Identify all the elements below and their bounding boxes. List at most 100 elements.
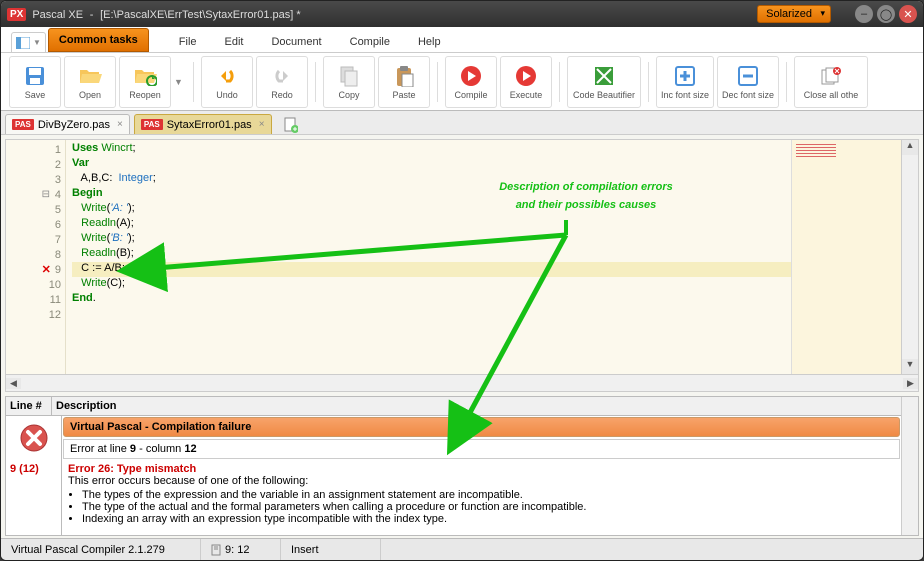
code-content[interactable]: Uses Wincrt; Var A,B,C: Integer; Begin W… — [66, 140, 791, 374]
undo-icon — [215, 64, 239, 88]
col-desc-header: Description — [52, 397, 901, 415]
beautifier-label: Code Beautifier — [573, 90, 635, 100]
error-cause-item: The type of the actual and the formal pa… — [82, 501, 895, 513]
tab-common-tasks[interactable]: Common tasks — [48, 28, 149, 52]
window-title: Pascal XE - [E:\PascalXE\ErrTest\SytaxEr… — [32, 7, 757, 21]
error-cause-item: The types of the expression and the vari… — [82, 489, 895, 501]
paste-label: Paste — [392, 90, 415, 100]
tab-label: SytaxError01.pas — [167, 119, 252, 131]
separator — [786, 62, 787, 102]
close-others-button[interactable]: Close all othe — [794, 56, 868, 108]
error-badge-icon — [20, 424, 48, 452]
close-tab-icon[interactable]: × — [259, 119, 265, 130]
inc-font-button[interactable]: Inc font size — [656, 56, 714, 108]
error-cause-item: Indexing an array with an expression typ… — [82, 513, 895, 525]
minus-icon — [736, 64, 760, 88]
view-dropdown[interactable]: ▼ — [11, 32, 46, 52]
minimap[interactable] — [791, 140, 901, 374]
menubar: ▼ Common tasks File Edit Document Compil… — [1, 27, 923, 53]
folder-reopen-icon — [133, 64, 157, 88]
compile-label: Compile — [454, 90, 487, 100]
maximize-button[interactable]: ◯ — [877, 5, 895, 23]
save-icon — [23, 64, 47, 88]
menu-document[interactable]: Document — [257, 32, 335, 52]
execute-icon — [514, 64, 538, 88]
error-scrollbar[interactable] — [901, 397, 918, 535]
menu-edit[interactable]: Edit — [211, 32, 258, 52]
undo-label: Undo — [216, 90, 238, 100]
pas-badge-icon: PAS — [12, 119, 34, 130]
minimize-button[interactable]: – — [855, 5, 873, 23]
error-location-row[interactable]: Error at line 9 - column 12 — [63, 439, 900, 459]
document-path: [E:\PascalXE\ErrTest\SytaxError01.pas] * — [100, 9, 301, 21]
code-editor[interactable]: 1 2 3 ⊟4 5 6 7 8 ✕9 10 11 12 Uses Wincrt… — [5, 139, 919, 392]
separator — [193, 62, 194, 102]
error-detail-row[interactable]: Error 26: Type mismatch This error occur… — [62, 460, 901, 528]
error-table-header: Line # Description — [6, 397, 901, 416]
error-line-column: 9 (12) — [6, 416, 62, 535]
folder-open-icon — [78, 64, 102, 88]
chevron-down-icon: ▼ — [33, 38, 41, 47]
separator — [315, 62, 316, 102]
fold-icon[interactable]: ⊟ — [41, 189, 51, 200]
save-button[interactable]: Save — [9, 56, 61, 108]
scroll-down-icon[interactable]: ▼ — [902, 359, 918, 374]
reopen-label: Reopen — [129, 90, 161, 100]
status-insert-mode: Insert — [281, 539, 381, 560]
separator — [648, 62, 649, 102]
paste-button[interactable]: Paste — [378, 56, 430, 108]
menu-help[interactable]: Help — [404, 32, 455, 52]
redo-button[interactable]: Redo — [256, 56, 308, 108]
vertical-scrollbar[interactable]: ▲▼ — [901, 140, 918, 374]
close-tab-icon[interactable]: × — [117, 119, 123, 130]
horizontal-scrollbar[interactable]: ◀▶ — [6, 374, 918, 391]
reopen-button[interactable]: Reopen — [119, 56, 171, 108]
tab-syntaxerror[interactable]: PASSytaxError01.pas× — [134, 114, 272, 134]
close-button[interactable]: ✕ — [899, 5, 917, 23]
menu-compile[interactable]: Compile — [336, 32, 404, 52]
ribbon-toolbar: Save Open Reopen ▼ Undo Redo Copy Paste … — [1, 53, 923, 111]
app-logo-icon: PX — [7, 8, 26, 21]
tab-divbyzero[interactable]: PASDivByZero.pas× — [5, 114, 130, 134]
open-button[interactable]: Open — [64, 56, 116, 108]
editor-tabs: PASDivByZero.pas× PAS SytaxError01.pas × — [1, 111, 923, 135]
app-name: Pascal XE — [32, 9, 83, 21]
undo-button[interactable]: Undo — [201, 56, 253, 108]
error-line-ref[interactable]: 9 (12) — [6, 460, 61, 478]
compile-icon — [459, 64, 483, 88]
beautifier-button[interactable]: Code Beautifier — [567, 56, 641, 108]
close-others-icon — [819, 64, 843, 88]
closeall-label: Close all othe — [804, 90, 859, 100]
copy-button[interactable]: Copy — [323, 56, 375, 108]
copy-icon — [337, 64, 361, 88]
decfont-label: Dec font size — [722, 90, 774, 100]
separator — [559, 62, 560, 102]
titlebar: PX Pascal XE - [E:\PascalXE\ErrTest\Syta… — [1, 1, 923, 27]
paste-icon — [392, 64, 416, 88]
copy-label: Copy — [338, 90, 359, 100]
execute-label: Execute — [510, 90, 543, 100]
compilation-failure-row[interactable]: Virtual Pascal - Compilation failure — [63, 417, 900, 437]
open-label: Open — [79, 90, 101, 100]
execute-button[interactable]: Execute — [500, 56, 552, 108]
menu-file[interactable]: File — [165, 32, 211, 52]
error-title: Error 26: Type mismatch — [68, 463, 895, 475]
dec-font-button[interactable]: Dec font size — [717, 56, 779, 108]
scroll-left-icon[interactable]: ◀ — [6, 378, 21, 389]
plus-icon — [673, 64, 697, 88]
redo-icon — [270, 64, 294, 88]
theme-selector[interactable]: Solarized — [757, 5, 831, 23]
cursor-pos-icon — [211, 544, 221, 556]
new-document-button[interactable] — [282, 116, 300, 134]
scroll-right-icon[interactable]: ▶ — [903, 378, 918, 389]
error-line-mark-icon: ✕ — [42, 263, 51, 276]
line-gutter: 1 2 3 ⊟4 5 6 7 8 ✕9 10 11 12 — [6, 140, 66, 374]
reopen-dropdown[interactable]: ▼ — [174, 77, 186, 87]
compile-button[interactable]: Compile — [445, 56, 497, 108]
separator — [437, 62, 438, 102]
statusbar: Virtual Pascal Compiler 2.1.279 9: 12 In… — [1, 538, 923, 560]
scroll-up-icon[interactable]: ▲ — [902, 140, 918, 155]
app-window: PX Pascal XE - [E:\PascalXE\ErrTest\Syta… — [0, 0, 924, 561]
error-description-column: Virtual Pascal - Compilation failure Err… — [62, 416, 901, 535]
error-panel: Line # Description 9 (12) Virtual Pascal… — [5, 396, 919, 536]
